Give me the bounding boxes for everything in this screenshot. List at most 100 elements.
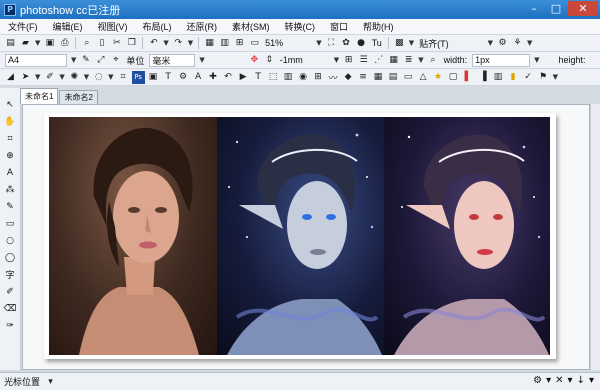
paste-icon[interactable]: ▦ <box>203 37 216 50</box>
search-zoom-icon[interactable]: ⌕ <box>427 54 440 67</box>
redo-icon[interactable]: ↷ <box>172 37 185 50</box>
layout-icon[interactable]: ▥ <box>492 71 505 84</box>
grid-pattern-icon[interactable]: ⊞ <box>312 71 325 84</box>
circle-tool-icon[interactable]: ◯ <box>3 251 17 264</box>
settings-dropdown-icon[interactable]: ⚘ <box>511 37 524 50</box>
menu-window[interactable]: 窗口 <box>330 20 348 33</box>
chevron-down-icon[interactable]: ▼ <box>534 56 539 64</box>
chevron-down-icon[interactable]: ▼ <box>59 73 64 81</box>
zoom-slider-icon[interactable]: ▭ <box>248 37 261 50</box>
paint-icon[interactable]: ▐ <box>477 71 490 84</box>
new-file-icon[interactable]: ▤ <box>4 37 17 50</box>
image-mode-icon[interactable]: Ps <box>131 70 145 84</box>
graph-icon[interactable]: 〰 <box>327 71 340 84</box>
menu-edit[interactable]: 编辑(E) <box>53 20 83 33</box>
text-style-icon[interactable]: Tu <box>372 38 382 48</box>
photo-effect-pink[interactable] <box>384 117 550 355</box>
chevron-down-icon[interactable]: ▾ <box>568 375 573 386</box>
pointer-icon[interactable]: ◢ <box>4 71 17 84</box>
search-icon[interactable]: ⌕ <box>80 37 93 50</box>
save-icon[interactable]: ▣ <box>43 37 56 50</box>
vertical-scrollbar[interactable] <box>590 104 600 370</box>
chevron-down-icon[interactable]: ▼ <box>334 56 339 64</box>
unit-select[interactable]: 毫米 <box>149 53 196 67</box>
undo-icon[interactable]: ↶ <box>147 37 160 50</box>
delete-icon[interactable]: ✕ <box>555 375 563 386</box>
chevron-down-icon[interactable]: ▾ <box>589 375 594 386</box>
check-icon[interactable]: ✓ <box>522 71 535 84</box>
spray-icon[interactable]: ✺ <box>68 71 81 84</box>
back-arrow-icon[interactable]: ↶ <box>222 71 235 84</box>
text-frame-icon[interactable]: T <box>252 71 265 84</box>
rectangle-icon[interactable]: ▭ <box>402 71 415 84</box>
document-icon[interactable]: ▤ <box>387 71 400 84</box>
spray-tool-icon[interactable]: ⁂ <box>3 183 17 196</box>
offset-value[interactable]: -1mm <box>280 55 303 65</box>
grid-icon[interactable]: ⊞ <box>342 54 355 67</box>
chevron-down-icon[interactable]: ▼ <box>35 39 40 47</box>
play-icon[interactable]: ▶ <box>237 71 250 84</box>
cut-icon[interactable]: ✂ <box>110 37 123 50</box>
lines-icon[interactable]: ≡ <box>357 71 370 84</box>
pencil-tool-icon[interactable]: ✎ <box>3 200 17 213</box>
barcode-icon[interactable]: ▥ <box>282 71 295 84</box>
globe-icon[interactable]: ◉ <box>297 71 310 84</box>
picture-frame-icon[interactable]: ▦ <box>372 71 385 84</box>
chevron-down-icon[interactable]: ▼ <box>163 39 168 47</box>
table-icon[interactable]: ▦ <box>387 54 400 67</box>
crop-tool-icon[interactable]: ⌗ <box>3 132 17 145</box>
eyedropper-icon[interactable]: ✑ <box>3 319 17 332</box>
expand-icon[interactable]: ⤢ <box>94 54 107 67</box>
crop-frame-icon[interactable]: ⛶ <box>325 37 338 50</box>
align-snap-label[interactable]: 贴齐(T) <box>419 37 449 50</box>
down-arrow-icon[interactable]: ↓ <box>577 375 585 386</box>
flag-icon[interactable]: ⚑ <box>537 71 550 84</box>
chevron-down-icon[interactable]: ▼ <box>71 56 76 64</box>
chevron-down-icon[interactable]: ▼ <box>35 73 40 81</box>
fit-page-icon[interactable]: ⊞ <box>233 37 246 50</box>
menu-layout[interactable]: 布局(L) <box>143 20 172 33</box>
image-icon[interactable]: ▩ <box>393 37 406 50</box>
chevron-down-icon[interactable]: ▼ <box>553 73 558 81</box>
marker-icon[interactable]: ▌ <box>462 71 475 84</box>
clipboard-icon[interactable]: ▥ <box>218 37 231 50</box>
tab-untitled-1[interactable]: 未命名1 <box>20 88 59 104</box>
chevron-down-icon[interactable]: ▼ <box>488 39 493 47</box>
brush-icon[interactable]: ✐ <box>43 71 56 84</box>
select-arrow-icon[interactable]: ↖ <box>3 98 17 111</box>
tab-untitled-2[interactable]: 未命名2 <box>59 90 98 104</box>
gear-icon[interactable]: ⚙ <box>496 37 509 50</box>
open-folder-icon[interactable]: ▰ <box>19 37 32 50</box>
box-icon[interactable]: ▢ <box>447 71 460 84</box>
rectangle-tool-icon[interactable]: ▭ <box>3 217 17 230</box>
menu-convert[interactable]: 转换(C) <box>285 20 316 33</box>
lasso-select-icon[interactable]: ◌ <box>92 71 105 84</box>
menu-restore[interactable]: 还原(R) <box>187 20 218 33</box>
lasso-icon[interactable]: ✿ <box>340 37 353 50</box>
bookmark-icon[interactable]: ▮ <box>507 71 520 84</box>
maximize-button[interactable]: □ <box>546 1 566 16</box>
gear-icon[interactable]: ⚙ <box>533 375 542 386</box>
crop-icon[interactable]: ⌗ <box>117 71 130 84</box>
zoom-tool-icon[interactable]: ⊕ <box>3 149 17 162</box>
send-icon[interactable]: ➤ <box>19 71 32 84</box>
font-icon[interactable]: A <box>192 71 205 84</box>
zoom-level[interactable]: 51% <box>265 38 283 48</box>
menu-file[interactable]: 文件(F) <box>8 20 38 33</box>
paper-size-select[interactable]: A4 <box>5 53 67 67</box>
pen-tool-icon[interactable]: ✎ <box>79 54 92 67</box>
brush-tool-icon[interactable]: ✐ <box>3 285 17 298</box>
stepper-icon[interactable]: ⇕ <box>263 54 276 67</box>
character-tool-icon[interactable]: 字 <box>3 268 17 281</box>
eraser-icon[interactable]: ⌫ <box>3 302 17 315</box>
triangle-icon[interactable]: △ <box>417 71 430 84</box>
star-icon[interactable]: ★ <box>432 71 445 84</box>
cursor-icon[interactable]: ⌖ <box>109 54 122 67</box>
chevron-down-icon[interactable]: ▼ <box>188 39 193 47</box>
chevron-down-icon[interactable]: ▼ <box>199 56 204 64</box>
chevron-down-icon[interactable]: ▼ <box>409 39 414 47</box>
text-tool-icon[interactable]: A <box>3 166 17 179</box>
shapes-icon[interactable]: ◆ <box>342 71 355 84</box>
page-icon[interactable]: ▯ <box>95 37 108 50</box>
text-tool-icon[interactable]: T <box>162 71 175 84</box>
